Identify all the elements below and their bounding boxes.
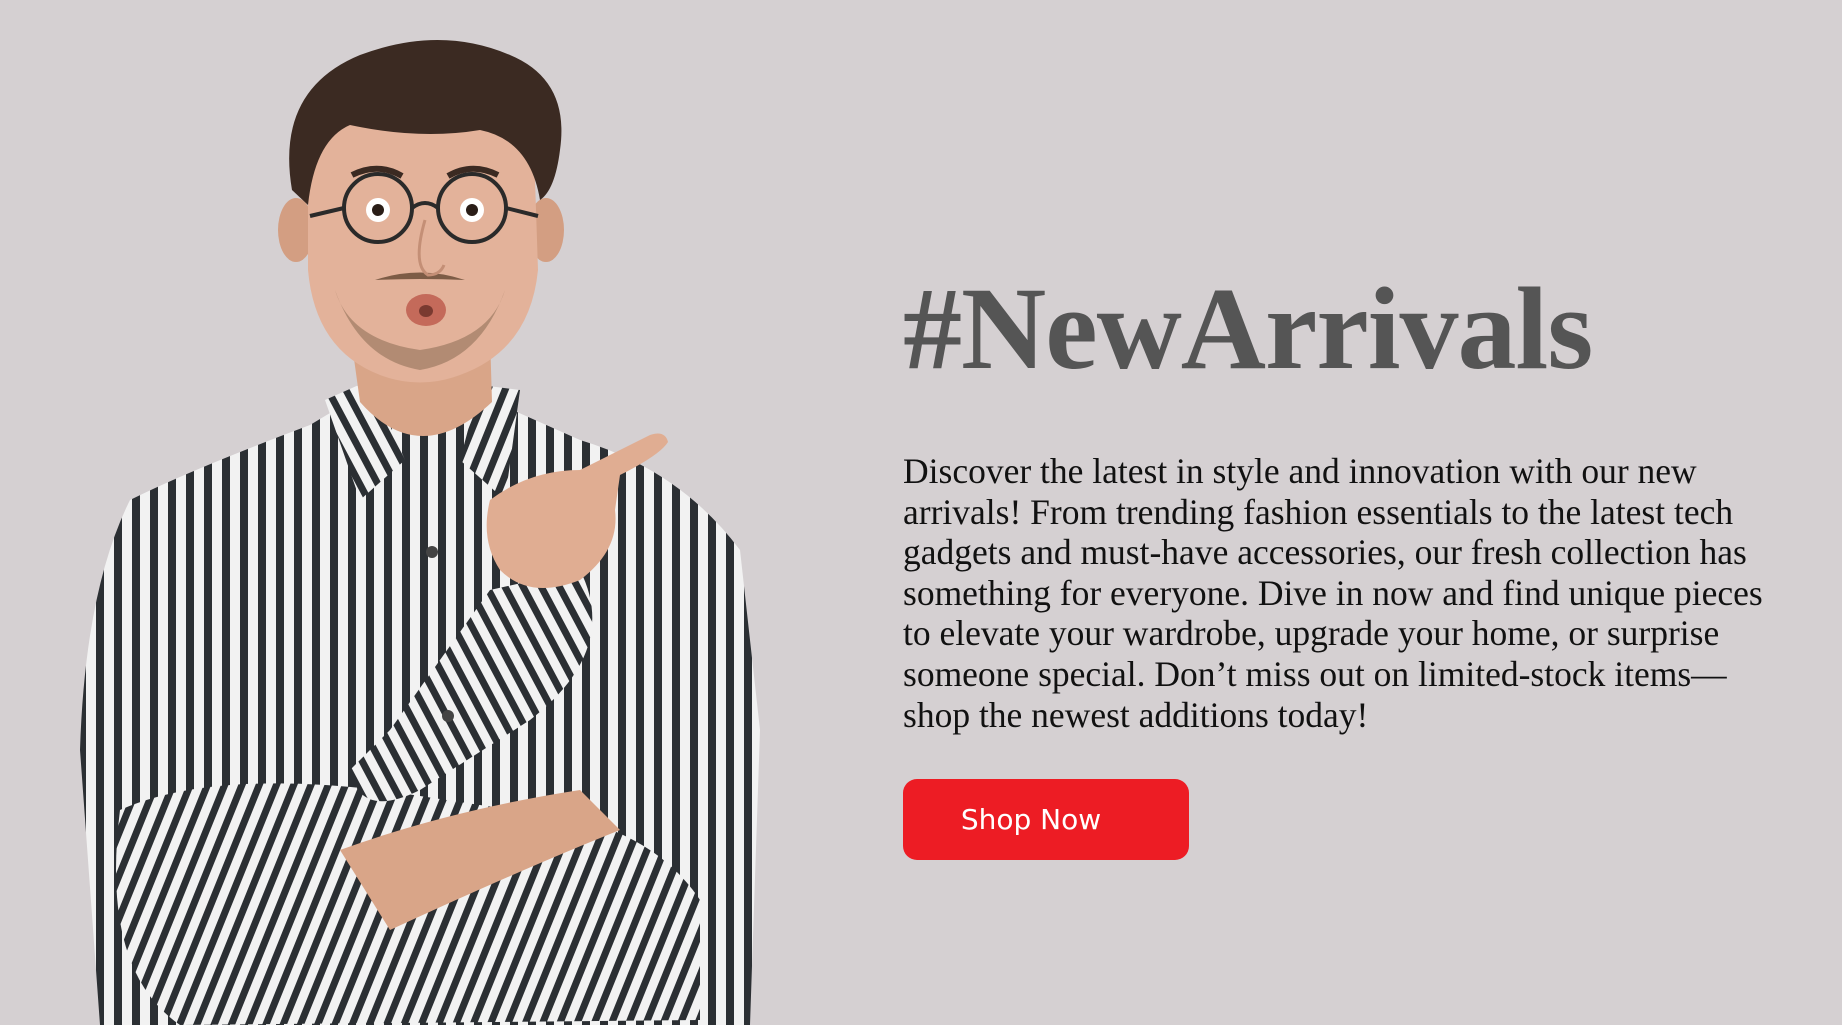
hero-copy: #NewArrivals Discover the latest in styl… (903, 263, 1783, 861)
shop-now-button[interactable]: Shop Now (903, 779, 1189, 861)
headline: #NewArrivals (903, 263, 1593, 394)
hero-description: Discover the latest in style and innovat… (903, 451, 1763, 735)
hero-banner: #NewArrivals Discover the latest in styl… (0, 0, 1842, 1025)
hero-model-image (60, 30, 780, 1025)
